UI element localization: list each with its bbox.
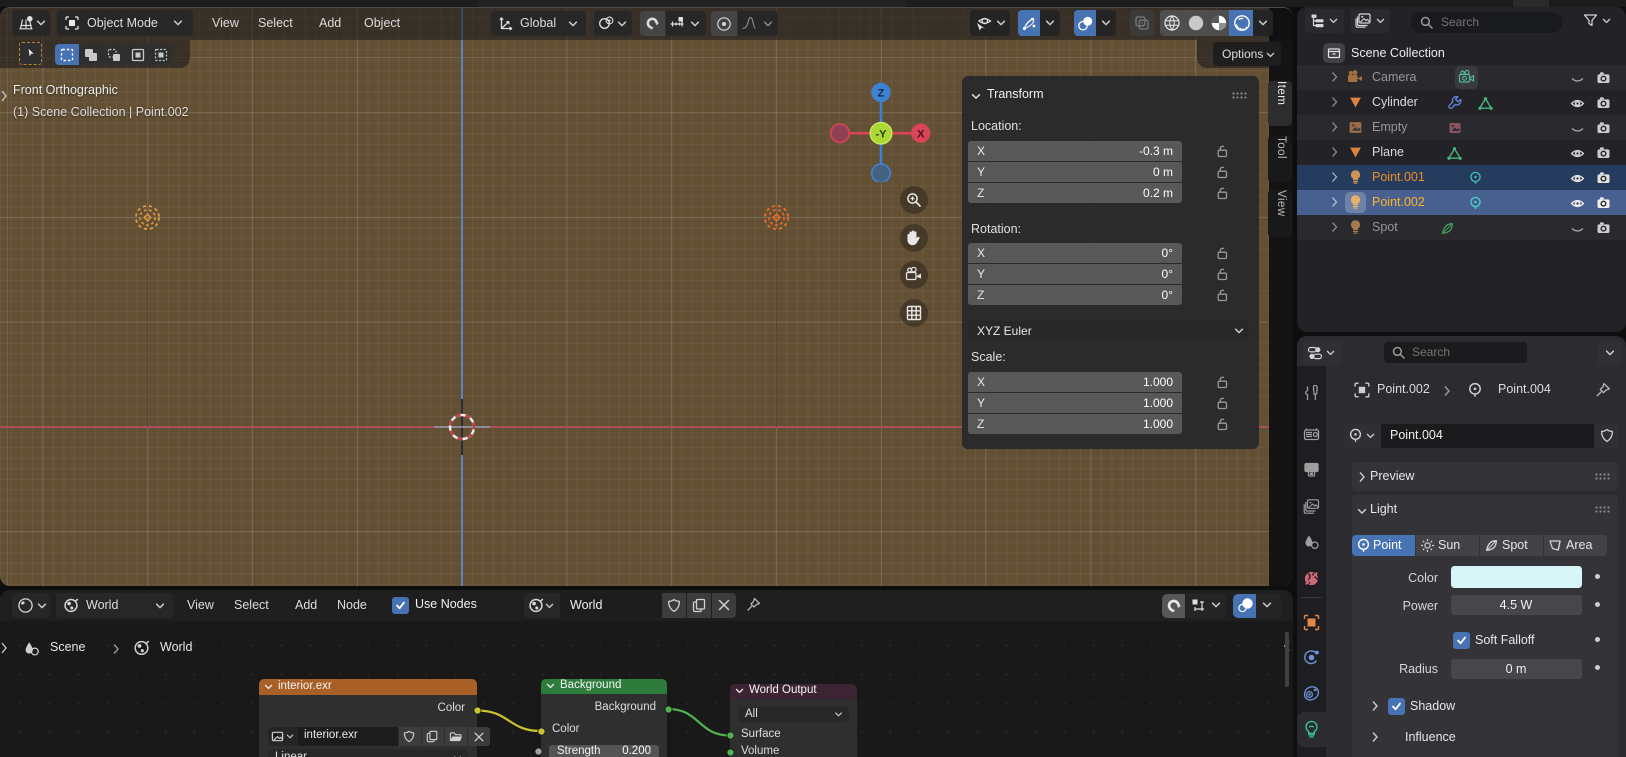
svg-text:Z: Z: [878, 88, 885, 100]
svg-text:X: X: [917, 128, 925, 140]
svg-text:-Y: -Y: [876, 129, 888, 141]
